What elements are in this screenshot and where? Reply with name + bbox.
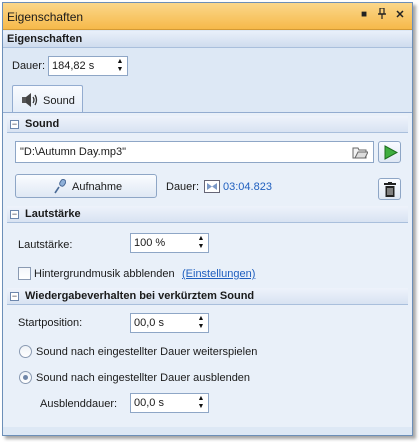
fade-duration-value: 00,0 s [134,397,164,409]
duration-value: 184,82 s [52,60,95,72]
collapse-icon[interactable]: − [10,210,19,219]
arrow-down-icon[interactable]: ▼ [115,66,125,74]
settings-link[interactable]: (Einstellungen) [182,268,255,280]
arrow-up-icon[interactable]: ▲ [196,235,206,243]
pin-icon[interactable] [375,7,389,22]
fade-duration-label: Ausblenddauer: [40,398,118,410]
sound-duration-label: Dauer: [166,181,200,193]
sound-file-path: "D:\Autumn Day.mp3" [20,146,127,158]
stepper-arrows[interactable]: ▲ ▼ [196,395,206,411]
arrow-up-icon[interactable]: ▲ [196,315,206,323]
bg-music-label: Hintergrundmusik abblenden [34,268,175,280]
close-icon[interactable]: ✕ [393,8,407,22]
panel-footer [3,427,412,435]
arrow-down-icon[interactable]: ▼ [196,323,206,331]
section-volume-title: Lautstärke [25,208,81,220]
start-position-value: 00,0 s [134,317,164,329]
panel-title: Eigenschaften [7,10,84,24]
section-playback-header[interactable]: − Wiedergabeverhalten bei verkürztem Sou… [7,288,408,305]
arrow-up-icon[interactable]: ▲ [196,395,206,403]
radio-fade-label: Sound nach eingestellter Dauer ausblende… [36,372,251,384]
radio-fade[interactable] [19,371,32,384]
section-sound-header[interactable]: − Sound [7,116,408,133]
volume-stepper[interactable]: 100 % ▲ ▼ [130,233,209,253]
window-frame: Eigenschaften ■ ✕ Eigenschaften Dauer: 1… [0,0,419,442]
start-position-stepper[interactable]: 00,0 s ▲ ▼ [130,313,209,333]
speaker-icon [21,93,39,110]
radio-continue[interactable] [19,345,32,358]
bg-music-checkbox[interactable] [18,267,31,280]
volume-value: 100 % [134,237,166,249]
delete-button[interactable] [378,178,401,200]
collapse-icon[interactable]: − [10,120,19,129]
section-sound-title: Sound [25,118,60,130]
sound-duration-value: 03:04.823 [223,181,272,193]
stepper-arrows[interactable]: ▲ ▼ [196,235,206,251]
section-volume-header[interactable]: − Lautstärke [7,206,408,223]
tab-content: − Sound "D:\Autumn Day.mp3" Aufnahme Dau… [3,112,412,427]
open-folder-icon[interactable] [352,145,369,162]
panel-header: Eigenschaften [3,31,412,48]
record-button[interactable]: Aufnahme [15,174,157,198]
properties-panel: Eigenschaften ■ ✕ Eigenschaften Dauer: 1… [2,2,413,436]
fade-duration-stepper[interactable]: 00,0 s ▲ ▼ [130,393,209,413]
tab-sound[interactable]: Sound [12,85,83,113]
play-icon [384,145,399,163]
arrow-down-icon[interactable]: ▼ [196,243,206,251]
play-button[interactable] [378,141,401,163]
arrow-up-icon[interactable]: ▲ [115,58,125,66]
stepper-arrows[interactable]: ▲ ▼ [196,315,206,331]
duration-stepper[interactable]: 184,82 s ▲ ▼ [48,56,128,76]
collapse-icon[interactable]: − [10,292,19,301]
start-position-label: Startposition: [18,317,83,329]
record-button-label: Aufnahme [72,181,123,193]
panel-titlebar: Eigenschaften ■ ✕ [3,3,412,30]
stepper-arrows[interactable]: ▲ ▼ [115,58,125,74]
sound-file-field[interactable]: "D:\Autumn Day.mp3" [15,141,374,163]
menu-icon[interactable]: ■ [357,8,371,22]
tab-sound-label: Sound [43,95,75,107]
microphone-icon [54,178,67,197]
trash-icon [384,182,396,200]
volume-label: Lautstärke: [18,239,73,251]
section-playback-title: Wiedergabeverhalten bei verkürztem Sound [25,290,255,302]
arrow-down-icon[interactable]: ▼ [196,403,206,411]
duration-label: Dauer: [12,60,46,72]
radio-continue-label: Sound nach eingestellter Dauer weiterspi… [36,346,258,358]
clock-icon [204,180,220,196]
